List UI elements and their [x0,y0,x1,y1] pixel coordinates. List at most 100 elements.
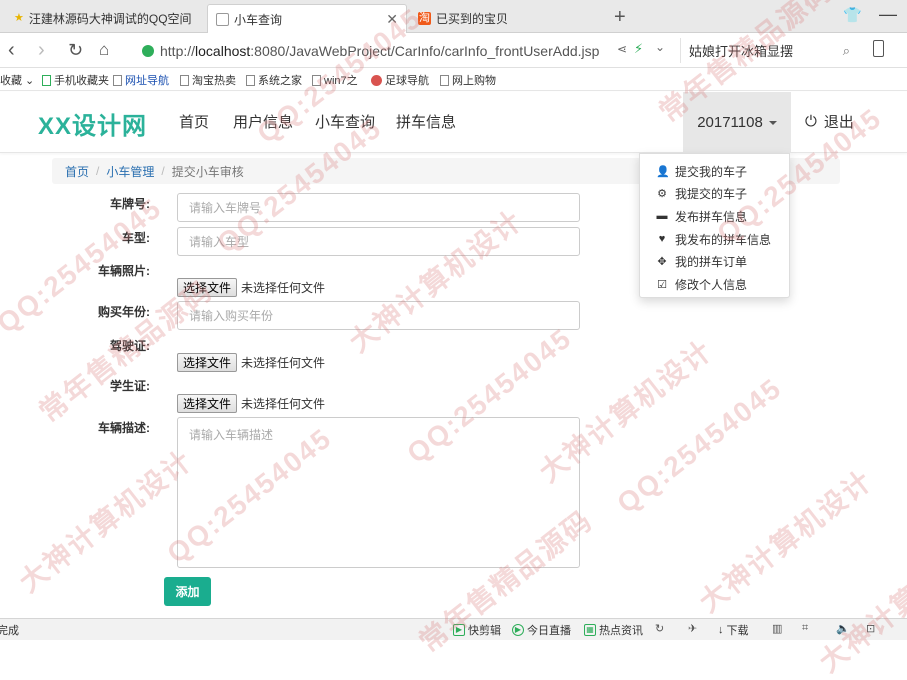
volume-icon[interactable]: 🔈 [836,622,850,635]
document-icon [113,74,122,86]
license-choose-file-button[interactable]: 选择文件 [177,353,238,372]
logout-button[interactable]: ⏻ 退出 [805,111,854,132]
gear-icon: ⚙ [657,188,667,201]
status-live[interactable]: ▶ 今日直播 [512,622,571,638]
year-input[interactable] [177,301,580,330]
bookmark-nav[interactable]: 网址导航 [113,72,169,88]
nav-carpool-info[interactable]: 拼车信息 [396,111,456,132]
download-icon: ↓ [718,624,724,636]
student-card-label: 学生证: [110,379,150,393]
tab-label: 已买到的宝贝 [436,12,509,26]
close-icon[interactable]: ✕ [380,11,398,28]
document-icon [246,74,255,86]
plate-input[interactable] [177,193,580,222]
card-icon: ▬ [656,210,668,223]
chevron-down-icon[interactable]: ⌄ [655,40,665,54]
lightning-icon[interactable]: ⚡ [634,41,643,57]
home-icon[interactable]: ⌂ [99,39,109,61]
description-textarea[interactable] [177,417,580,568]
license-label: 驾驶证: [110,339,150,353]
license-file-status: 未选择任何文件 [241,356,326,370]
brand-logo[interactable]: XX设计网 [38,106,147,141]
browser-tab-qzone[interactable]: ★ 汪建林源码大神调试的QQ空间 [6,4,196,33]
bookmark-win7[interactable]: win7之 [312,72,358,88]
breadcrumb-separator: / [96,164,100,178]
minimize-icon[interactable]: — [879,4,897,25]
browser-address-bar: ‹ › ↻ ⌂ http://localhost:8080/JavaWebPro… [0,33,907,68]
url-path: :8080/JavaWebProject/CarInfo/carInfo_fro… [250,42,600,59]
forward-icon[interactable]: › [38,39,45,61]
bookmark-syshome[interactable]: 系统之家 [246,72,302,88]
refresh-icon[interactable]: ↻ [655,622,664,635]
model-input[interactable] [177,227,580,256]
watermark-text: 大神计算机设计 [343,204,529,359]
tab-label: 小车查询 [234,12,283,27]
menu-item-my-carpools[interactable]: ♥ 我发布的拼车信息 [640,228,789,251]
photo-file-status: 未选择任何文件 [241,281,326,295]
search-icon[interactable]: ⌕ [843,43,850,59]
browser-tab-car-query[interactable]: 小车查询 ✕ [207,4,407,33]
zoom-icon[interactable]: ⊡ [866,622,875,635]
caret-down-icon [768,120,777,125]
model-label: 车型: [122,231,150,245]
add-button[interactable]: 添加 [164,577,211,606]
pin-icon[interactable]: ✈ [688,622,697,635]
browser-tab-taobao[interactable]: 淘 已买到的宝贝 [410,4,600,33]
news-icon: ▦ [584,624,596,636]
document-icon [440,74,449,86]
nav-user-info[interactable]: 用户信息 [233,111,293,132]
menu-item-my-orders[interactable]: ✥ 我的拼车订单 [640,250,789,273]
grid-icon[interactable]: ▥ [772,622,782,635]
bookmark-shopping[interactable]: 网上购物 [440,72,496,88]
menu-item-publish-carpool[interactable]: ▬ 发布拼车信息 [640,205,789,228]
play-circle-icon: ▶ [512,624,524,636]
student-card-choose-file-button[interactable]: 选择文件 [177,394,238,413]
edit-icon: ☑ [657,278,667,291]
football-icon [371,74,382,86]
phone-icon[interactable] [873,40,884,57]
status-quick-clip[interactable]: ▶ 快剪辑 [453,622,501,638]
photo-choose-file-button[interactable]: 选择文件 [177,278,238,297]
bookmark-favorites[interactable]: 收藏 ⌄ [0,72,34,88]
bookmark-football[interactable]: 足球导航 [371,72,429,88]
document-icon [312,74,321,86]
nav-home[interactable]: 首页 [179,111,209,132]
breadcrumb-separator: / [161,164,165,178]
description-label: 车辆描述: [98,421,150,435]
status-news[interactable]: ▦ 热点资讯 [584,622,643,638]
search-field[interactable]: 姑娘打开冰箱显摆 ⌕ [680,38,860,63]
new-tab-button[interactable]: + [614,6,626,29]
user-dropdown-menu: 👤 提交我的车子 ⚙ 我提交的车子 ▬ 发布拼车信息 ♥ 我发布的拼车信息 ✥ 我的拼车订… [639,153,790,298]
menu-item-my-cars[interactable]: ⚙ 我提交的车子 [640,183,789,206]
nav-car-query[interactable]: 小车查询 [315,111,375,132]
shirt-icon[interactable]: 👕 [843,6,862,24]
photo-label: 车辆照片: [98,264,150,278]
url-host: localhost [195,42,251,59]
menu-item-submit-car[interactable]: 👤 提交我的车子 [640,160,789,183]
page-icon [216,12,229,26]
reload-icon[interactable]: ↻ [68,39,83,61]
back-icon[interactable]: ‹ [8,39,15,61]
bookmark-mobile[interactable]: 手机收藏夹 [42,72,109,88]
user-dropdown-toggle[interactable]: 20171108 [683,92,791,153]
share-icon[interactable]: ⋖ [617,42,627,56]
site-navbar: XX设计网 首页 用户信息 小车查询 拼车信息 20171108 ⏻ 退出 [0,92,907,153]
breadcrumb-car-manage[interactable]: 小车管理 [106,163,154,180]
status-download[interactable]: ↓ 下载 [718,622,749,638]
student-card-file-status: 未选择任何文件 [241,397,326,411]
heart-icon: ♥ [658,233,666,246]
year-label: 购买年份: [98,305,150,319]
status-text: 完成 [0,625,19,637]
breadcrumb-home[interactable]: 首页 [65,163,89,180]
watermark-text: 大神计算机设计 [693,464,879,619]
bookmark-taobao[interactable]: 淘宝热卖 [180,72,236,88]
url-field[interactable]: http://localhost:8080/JavaWebProject/Car… [130,38,670,63]
tab-label: 汪建林源码大神调试的QQ空间 [28,12,192,26]
taobao-icon: 淘 [418,12,431,25]
move-icon: ✥ [657,256,667,269]
crop-icon[interactable]: ⌗ [802,622,808,635]
watermark-text: 大神计算机设计 [813,524,907,679]
chevron-down-icon: ⌄ [25,74,35,87]
document-icon [180,74,189,86]
menu-item-edit-profile[interactable]: ☑ 修改个人信息 [640,273,789,296]
